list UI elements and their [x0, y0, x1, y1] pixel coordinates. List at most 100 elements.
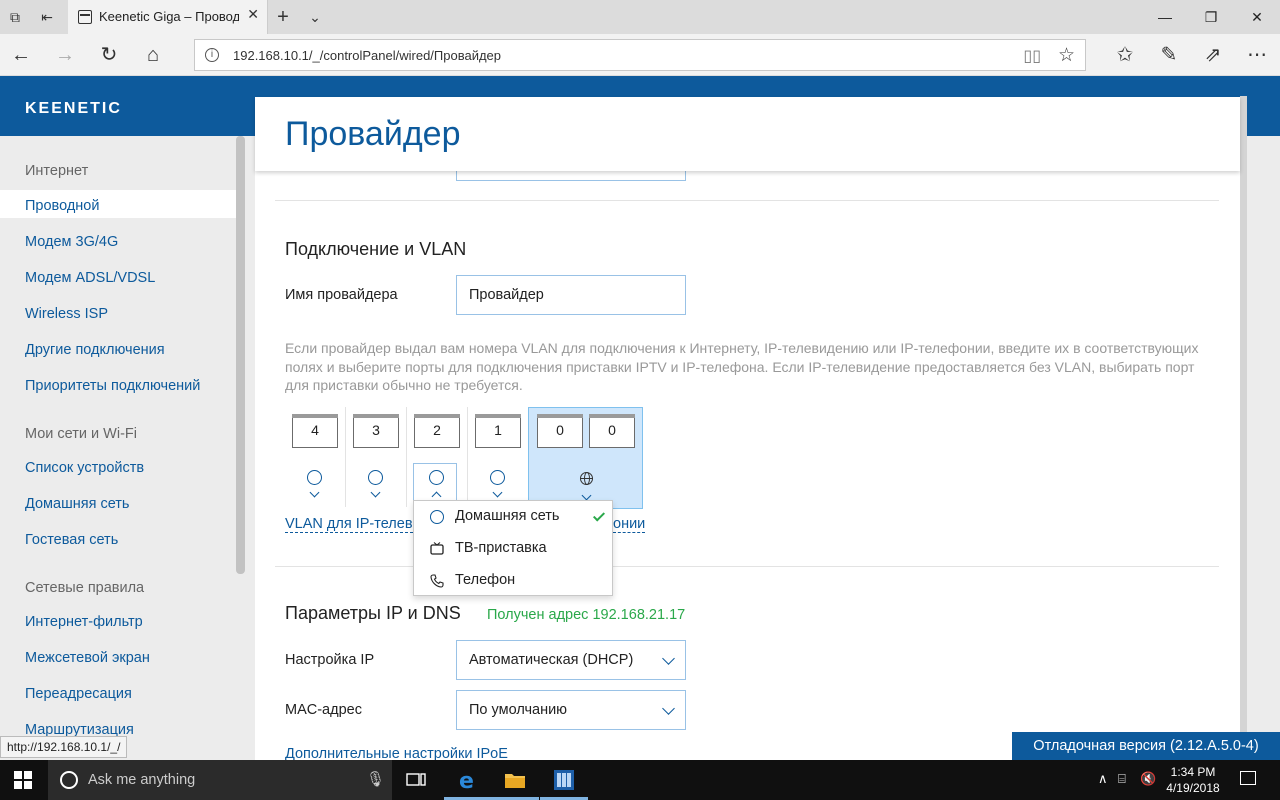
router-web-ui: KEENETIC Интернет Проводной Модем 3G/4G …: [0, 76, 1280, 760]
tab-title: Keenetic Giga – Провод: [99, 9, 239, 24]
home-icon[interactable]: ⌂: [138, 40, 168, 70]
app-grid-icon[interactable]: [552, 768, 576, 792]
sidebar-item-modem-adsl[interactable]: Модем ADSL/VDSL: [25, 270, 155, 286]
vlan-hint-text: Если провайдер выдал вам номера VLAN для…: [285, 340, 1199, 393]
action-center-icon[interactable]: [1240, 771, 1256, 785]
mac-address-value: По умолчанию: [469, 702, 568, 718]
port-radio-icon[interactable]: [429, 470, 444, 485]
sidebar-item-device-list[interactable]: Список устройств: [25, 460, 144, 476]
chevron-down-icon[interactable]: [370, 487, 381, 498]
back-arrow-icon[interactable]: ←: [6, 40, 36, 70]
debug-version-badge: Отладочная версия (2.12.A.5.0-4): [1012, 732, 1280, 760]
browser-nav-bar: ← → ↻ ⌂ i 192.168.10.1/_/controlPanel/wi…: [0, 34, 1280, 76]
vlan-iptv-link[interactable]: VLAN для IP-телев: [285, 516, 413, 533]
sidebar-item-wireless-isp[interactable]: Wireless ISP: [25, 306, 108, 322]
share-icon[interactable]: ⇗: [1198, 40, 1228, 70]
url-text[interactable]: 192.168.10.1/_/controlPanel/wired/Провай…: [233, 48, 501, 63]
svg-text:e: e: [459, 769, 474, 792]
port-number: 3: [353, 414, 399, 448]
sidebar-item-internet-filter[interactable]: Интернет-фильтр: [25, 614, 143, 630]
menu-item-label: ТВ-приставка: [455, 540, 547, 556]
microphone-icon[interactable]: 🎙: [366, 770, 385, 788]
lan-port-4[interactable]: 4: [285, 407, 343, 507]
vlan-voip-link[interactable]: онии: [613, 516, 646, 533]
sidebar-item-wired[interactable]: Проводной: [25, 198, 99, 214]
lan-port-1[interactable]: 1: [468, 407, 526, 507]
ip-setup-value: Автоматическая (DHCP): [469, 652, 634, 668]
restore-icon[interactable]: ❐: [1188, 0, 1234, 34]
tab-list-chevron-icon[interactable]: ⌄: [304, 6, 326, 28]
provider-name-label: Имя провайдера: [285, 287, 398, 303]
chevron-down-icon: [662, 652, 675, 665]
sidebar-item-priorities[interactable]: Приоритеты подключений: [25, 378, 200, 394]
keenetic-logo[interactable]: KEENETIC: [25, 100, 122, 118]
menu-item-tv-box[interactable]: ТВ-приставка: [414, 533, 614, 565]
content-scrollbar[interactable]: [1240, 96, 1247, 760]
file-explorer-icon[interactable]: [503, 768, 527, 792]
tray-chevron-up-icon[interactable]: ∧: [1098, 771, 1108, 787]
mac-address-select[interactable]: По умолчанию: [456, 690, 686, 730]
reading-view-icon[interactable]: ▯▯: [1023, 46, 1041, 66]
provider-name-input[interactable]: Провайдер: [456, 275, 686, 315]
site-info-icon[interactable]: i: [205, 48, 219, 62]
search-placeholder: Ask me anything: [88, 772, 196, 788]
port-radio-icon[interactable]: [490, 470, 505, 485]
menu-item-home-network[interactable]: Домашняя сеть: [414, 501, 614, 533]
ip-status-text: Получен адрес 192.168.21.17: [487, 607, 686, 623]
clock-time: 1:34 PM: [1170, 765, 1216, 779]
divider: [275, 200, 1219, 201]
favorites-hub-icon[interactable]: ✩: [1110, 40, 1140, 70]
ipoe-settings-link[interactable]: Дополнительные настройки IPoE: [285, 746, 508, 760]
chevron-down-icon[interactable]: [581, 490, 592, 501]
sidebar-scrollbar[interactable]: [236, 136, 245, 574]
menu-item-label: Домашняя сеть: [455, 508, 560, 524]
lan-port-3[interactable]: 3: [346, 407, 404, 507]
link-status-url: http://192.168.10.1/_/: [0, 736, 128, 758]
close-tab-icon[interactable]: ✕: [247, 6, 259, 23]
sidebar-item-firewall[interactable]: Межсетевой экран: [25, 650, 150, 666]
sidebar-item-guest-network[interactable]: Гостевая сеть: [25, 532, 118, 548]
port-radio-icon[interactable]: [368, 470, 383, 485]
ip-setup-select[interactable]: Автоматическая (DHCP): [456, 640, 686, 680]
set-tabs-aside-icon[interactable]: ⇤: [36, 6, 58, 28]
favorite-star-icon[interactable]: ☆: [1058, 44, 1075, 67]
port-number: 2: [414, 414, 460, 448]
port-radio-icon[interactable]: [307, 470, 322, 485]
edge-browser-icon[interactable]: e: [456, 768, 480, 794]
sidebar-group-rules: Сетевые правила: [25, 580, 145, 596]
refresh-icon[interactable]: ↻: [94, 40, 124, 70]
taskbar-search-box[interactable]: Ask me anything 🎙: [48, 760, 392, 800]
chevron-down-icon[interactable]: [492, 487, 503, 498]
chevron-down-icon: [662, 702, 675, 715]
clock-date: 4/19/2018: [1166, 781, 1220, 795]
page-header: Провайдер: [255, 97, 1240, 171]
ip-setup-label: Настройка IP: [285, 652, 375, 668]
browser-tab[interactable]: Keenetic Giga – Провод ✕: [68, 0, 268, 34]
windows-taskbar: Ask me anything 🎙 e ∧ ⌸ 🔇 1:34 PM 4/19/2…: [0, 760, 1280, 800]
volume-muted-icon[interactable]: 🔇: [1140, 771, 1156, 787]
windows-start-icon[interactable]: [14, 771, 32, 789]
address-bar[interactable]: i 192.168.10.1/_/controlPanel/wired/Пров…: [194, 39, 1086, 71]
web-note-icon[interactable]: ✎: [1154, 40, 1184, 70]
lan-port-2[interactable]: 2: [407, 407, 465, 507]
sidebar-item-other-connections[interactable]: Другие подключения: [25, 342, 165, 358]
network-icon[interactable]: ⌸: [1118, 771, 1126, 787]
wan-port-panel[interactable]: 0 0: [528, 407, 643, 509]
forward-arrow-icon[interactable]: →: [50, 40, 80, 70]
system-clock[interactable]: 1:34 PM 4/19/2018: [1158, 764, 1228, 796]
task-view-icon[interactable]: [404, 768, 428, 792]
more-menu-icon[interactable]: ⋯: [1242, 40, 1272, 70]
sidebar-item-port-forwarding[interactable]: Переадресация: [25, 686, 132, 702]
port-number: 1: [475, 414, 521, 448]
ip-dns-section-title: Параметры IP и DNS: [285, 603, 461, 623]
tab-preview-icon[interactable]: ⧉: [4, 6, 26, 28]
menu-item-phone[interactable]: Телефон: [414, 565, 614, 597]
close-window-icon[interactable]: ✕: [1234, 0, 1280, 34]
browser-tab-bar: ⧉ ⇤ Keenetic Giga – Провод ✕ + ⌄ — ❐ ✕: [0, 0, 1280, 34]
page-title: Провайдер: [285, 115, 461, 153]
new-tab-icon[interactable]: +: [272, 6, 294, 28]
minimize-icon[interactable]: —: [1142, 0, 1188, 34]
chevron-down-icon[interactable]: [309, 487, 320, 498]
sidebar-item-modem-3g4g[interactable]: Модем 3G/4G: [25, 234, 118, 250]
sidebar-item-home-network[interactable]: Домашняя сеть: [25, 496, 129, 512]
